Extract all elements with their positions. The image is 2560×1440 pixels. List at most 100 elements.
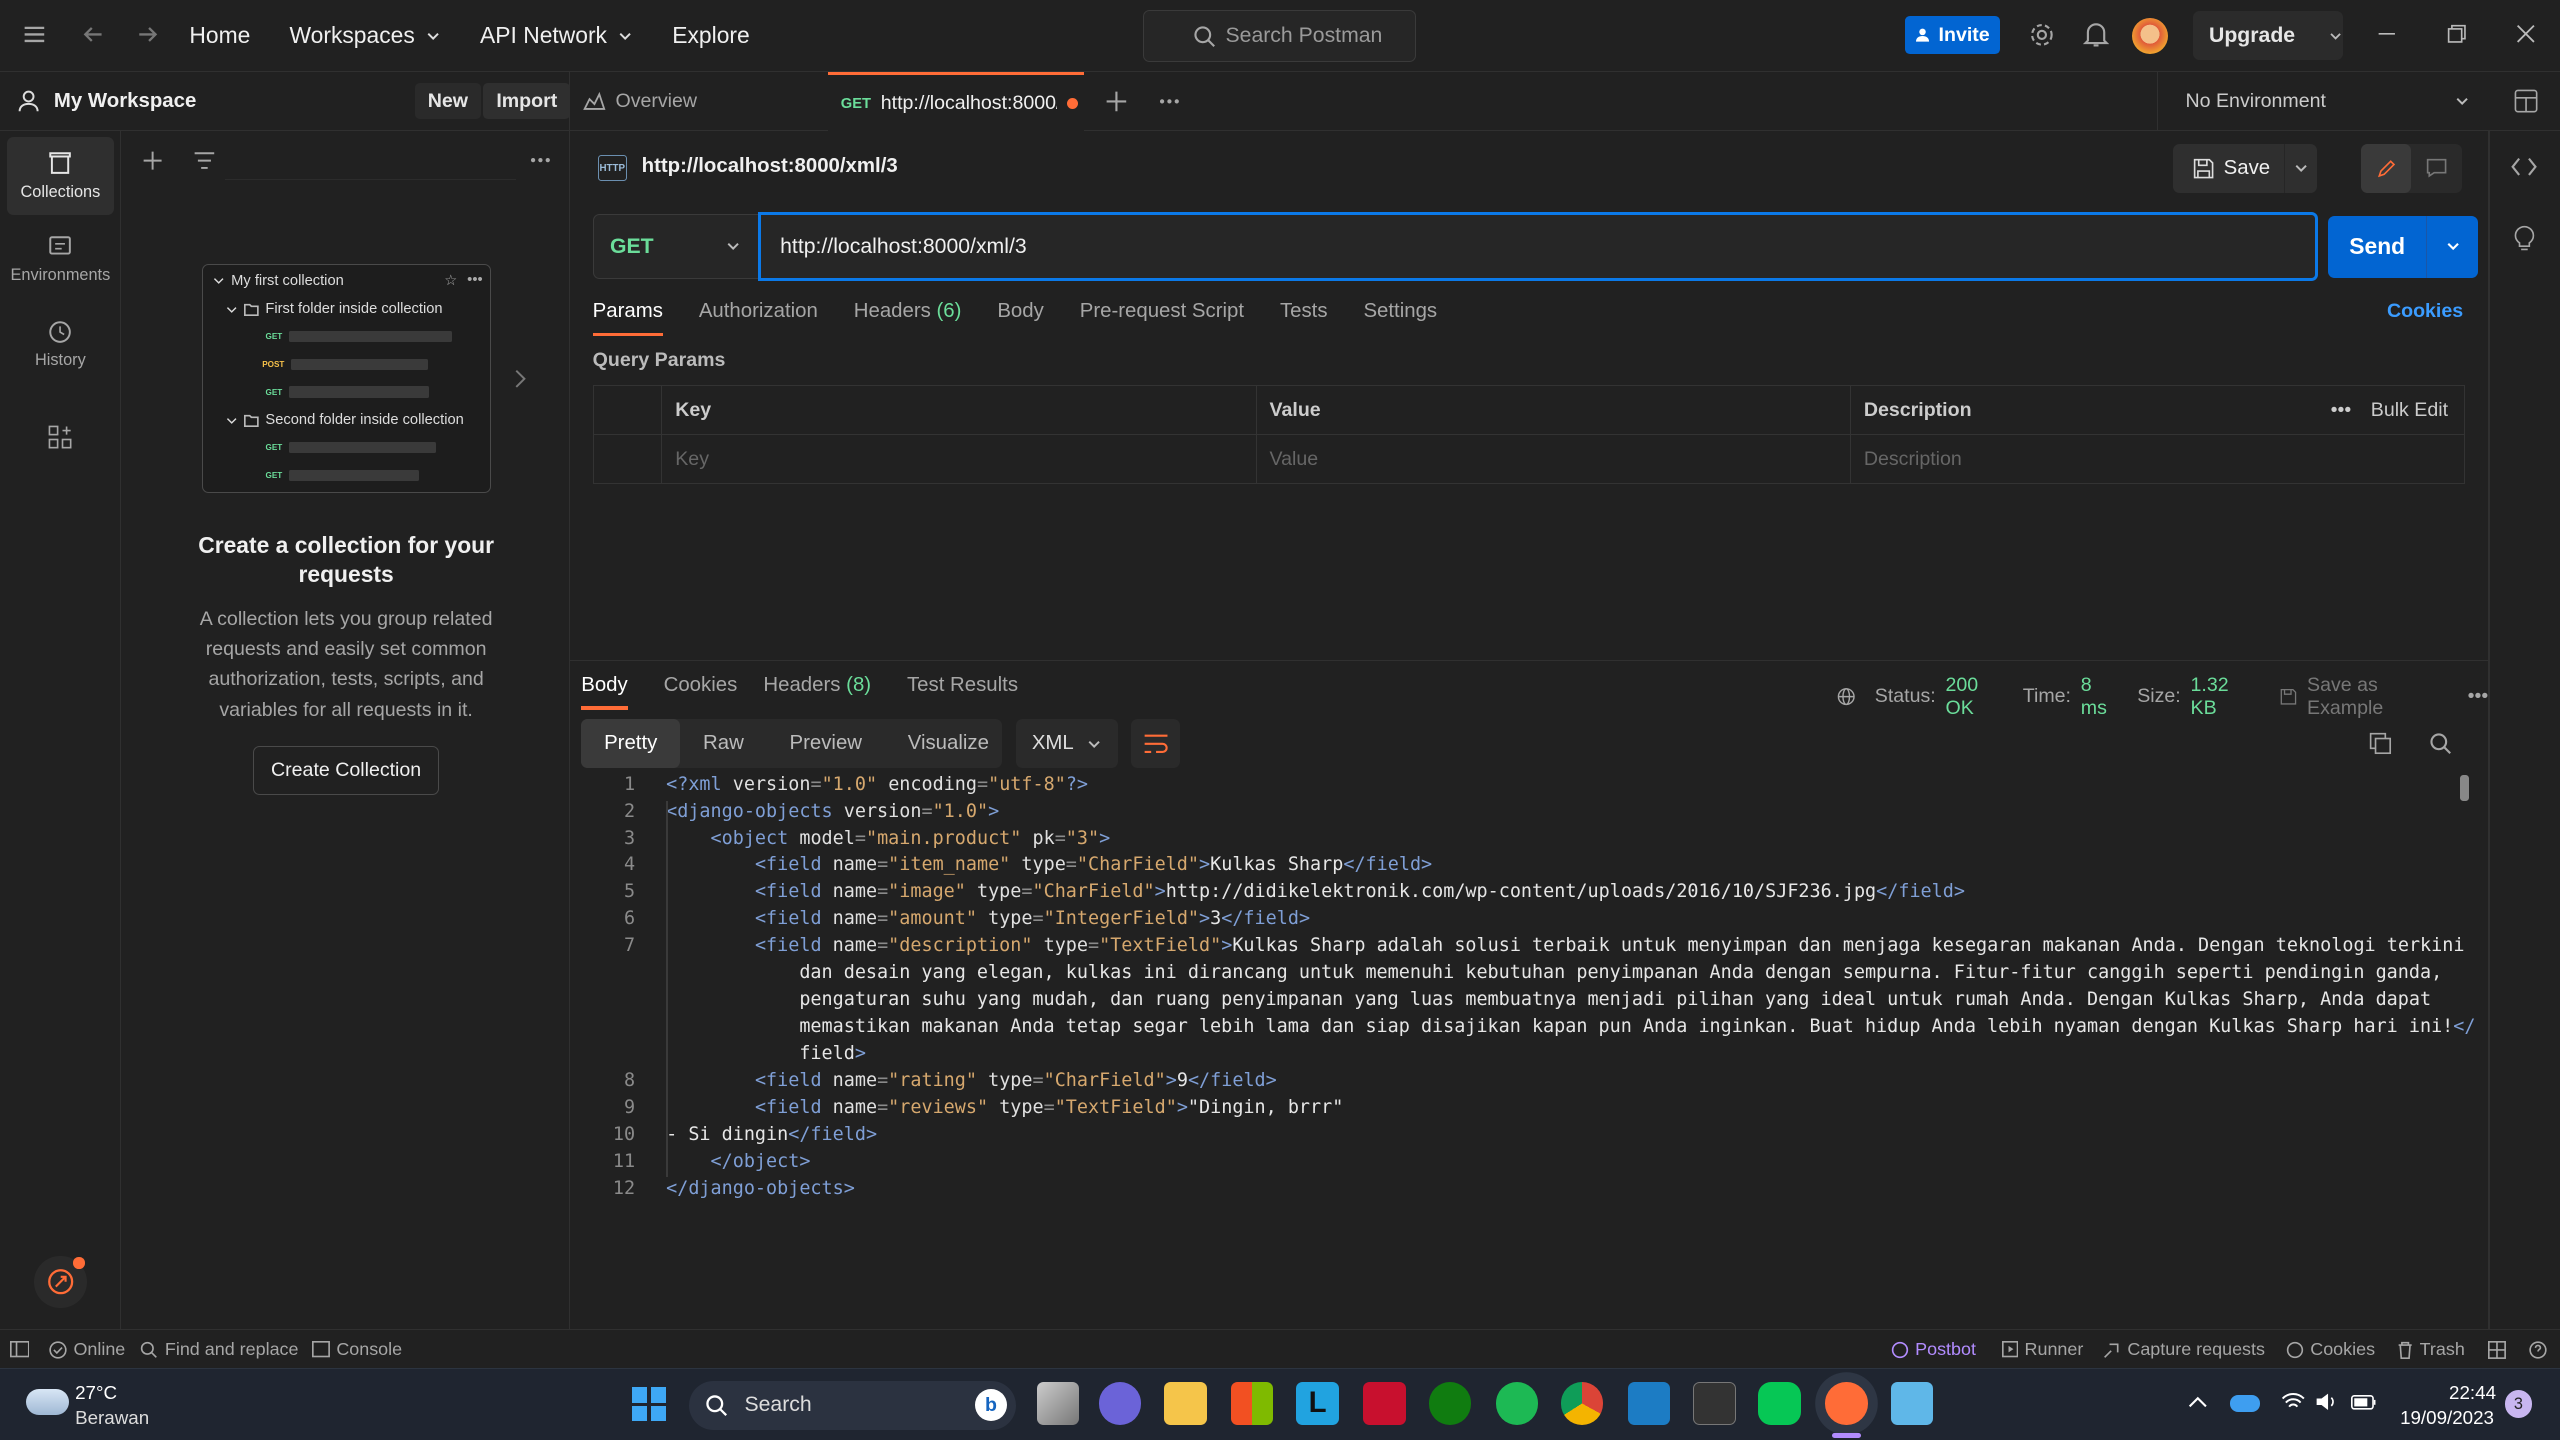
help-icon[interactable] bbox=[2529, 1330, 2547, 1369]
notepad-icon[interactable] bbox=[1890, 1382, 1934, 1425]
tab-overview[interactable]: Overview bbox=[583, 72, 828, 131]
nav-home[interactable]: Home bbox=[189, 22, 250, 49]
request-title[interactable]: http://localhost:8000/xml/3 bbox=[642, 155, 898, 178]
add-collection-icon[interactable] bbox=[142, 150, 163, 171]
close-icon[interactable] bbox=[2516, 24, 2536, 44]
new-tab-plus-icon[interactable] bbox=[1105, 90, 1128, 113]
postbot-launcher[interactable] bbox=[34, 1255, 87, 1308]
notification-bell-icon[interactable] bbox=[2083, 21, 2110, 49]
postbot-button[interactable]: Postbot bbox=[1891, 1330, 1976, 1369]
workspace-name[interactable]: My Workspace bbox=[54, 90, 196, 113]
invite-button[interactable]: Invite bbox=[1905, 16, 2001, 54]
tab-test-results[interactable]: Test Results bbox=[907, 674, 1018, 697]
back-arrow-icon[interactable] bbox=[82, 23, 105, 46]
environment-selector[interactable]: No Environment bbox=[2156, 71, 2484, 131]
save-button[interactable]: Save bbox=[2173, 143, 2317, 193]
teams-chat-icon[interactable] bbox=[1098, 1382, 1142, 1425]
format-preview[interactable]: Preview bbox=[767, 719, 885, 768]
environment-quick-look-icon[interactable] bbox=[2513, 88, 2539, 114]
line-icon[interactable] bbox=[1758, 1382, 1801, 1425]
weather-desc[interactable]: Berawan bbox=[75, 1407, 149, 1429]
vscode-icon[interactable] bbox=[1627, 1382, 1671, 1425]
tab-response-cookies[interactable]: Cookies bbox=[664, 674, 738, 697]
tab-response-body[interactable]: Body bbox=[581, 674, 629, 710]
minimize-icon[interactable] bbox=[2377, 24, 2397, 44]
tab-pre-request-script[interactable]: Pre-request Script bbox=[1080, 300, 1244, 323]
microsoft-store-icon[interactable] bbox=[1231, 1382, 1274, 1425]
tab-headers[interactable]: Headers (6) bbox=[854, 300, 962, 323]
format-raw[interactable]: Raw bbox=[680, 719, 766, 768]
forward-arrow-icon[interactable] bbox=[136, 23, 159, 46]
lightbulb-icon[interactable] bbox=[2513, 225, 2536, 251]
task-view-icon[interactable] bbox=[1036, 1382, 1080, 1425]
nav-api-network[interactable]: API Network bbox=[480, 22, 633, 49]
method-select[interactable]: GET bbox=[592, 213, 758, 280]
onedrive-icon[interactable] bbox=[2230, 1395, 2260, 1412]
file-explorer-icon[interactable] bbox=[1164, 1382, 1207, 1425]
collection-search-input[interactable] bbox=[225, 144, 516, 180]
create-collection-button[interactable]: Create Collection bbox=[253, 746, 440, 796]
key-input[interactable]: Key bbox=[661, 434, 1257, 485]
search-input[interactable]: Search Postman bbox=[1142, 9, 1416, 63]
tab-body[interactable]: Body bbox=[997, 300, 1043, 323]
rail-history[interactable]: History bbox=[7, 305, 115, 383]
online-status[interactable]: Online bbox=[49, 1330, 125, 1369]
runner-button[interactable]: Runner bbox=[2001, 1330, 2083, 1369]
search-icon[interactable] bbox=[2429, 732, 2452, 755]
volume-icon[interactable] bbox=[2315, 1392, 2338, 1412]
spotify-icon[interactable] bbox=[1495, 1382, 1538, 1425]
taskbar-search[interactable]: Search b bbox=[688, 1380, 1016, 1430]
avatar[interactable] bbox=[2132, 17, 2169, 54]
tab-active-request[interactable]: GET http://localhost:8000/x bbox=[827, 71, 1085, 133]
layout-icon[interactable] bbox=[2488, 1330, 2507, 1369]
language-select[interactable]: XML bbox=[1015, 719, 1119, 769]
maximize-icon[interactable] bbox=[2447, 24, 2467, 44]
send-button[interactable]: Send bbox=[2328, 215, 2479, 278]
send-options[interactable] bbox=[2426, 215, 2478, 278]
mcafee-icon[interactable] bbox=[1363, 1382, 1406, 1425]
bulk-edit-link[interactable]: Bulk Edit bbox=[2371, 399, 2448, 422]
chrome-icon[interactable] bbox=[1560, 1382, 1604, 1425]
url-input[interactable]: http://localhost:8000/xml/3 bbox=[757, 212, 2319, 281]
wifi-icon[interactable] bbox=[2281, 1392, 2305, 1412]
more-tabs-icon[interactable] bbox=[1158, 90, 1181, 113]
battery-icon[interactable] bbox=[2351, 1395, 2377, 1410]
status-code[interactable]: 200 OK bbox=[1946, 674, 2004, 720]
configure-sidebar-icon[interactable] bbox=[47, 424, 73, 450]
nav-workspaces[interactable]: Workspaces bbox=[290, 22, 441, 49]
capture-requests-button[interactable]: Capture requests bbox=[2103, 1330, 2265, 1369]
edit-mode-toggle[interactable] bbox=[2360, 143, 2463, 193]
menu-icon[interactable] bbox=[23, 23, 46, 46]
sidebar-more-icon[interactable] bbox=[529, 152, 552, 168]
settings-gear-icon[interactable] bbox=[2028, 21, 2056, 49]
tab-settings[interactable]: Settings bbox=[1363, 300, 1437, 323]
trash-button[interactable]: Trash bbox=[2397, 1330, 2465, 1369]
weather-cloud-icon[interactable] bbox=[26, 1388, 69, 1415]
clock-date[interactable]: 19/09/2023 bbox=[2400, 1407, 2494, 1429]
save-as-example-button[interactable]: Save as Example bbox=[2280, 674, 2438, 720]
bing-icon[interactable]: b bbox=[974, 1388, 1008, 1422]
copy-icon[interactable] bbox=[2369, 732, 2392, 755]
cookies-link[interactable]: Cookies bbox=[2387, 300, 2463, 323]
terminal-icon[interactable] bbox=[1693, 1382, 1736, 1425]
tab-response-headers[interactable]: Headers (8) bbox=[763, 674, 871, 697]
toggle-sidebar-icon[interactable] bbox=[9, 1330, 30, 1369]
xbox-icon[interactable] bbox=[1428, 1382, 1472, 1425]
pencil-icon[interactable] bbox=[2360, 143, 2412, 193]
tab-params[interactable]: Params bbox=[592, 300, 663, 337]
filter-icon[interactable] bbox=[193, 150, 216, 171]
new-button[interactable]: New bbox=[414, 83, 482, 120]
chevron-up-icon[interactable] bbox=[2188, 1395, 2208, 1408]
nav-explore[interactable]: Explore bbox=[672, 22, 749, 49]
cookies-button[interactable]: Cookies bbox=[2286, 1330, 2375, 1369]
tab-authorization[interactable]: Authorization bbox=[699, 300, 818, 323]
response-size[interactable]: 1.32 KB bbox=[2191, 674, 2252, 720]
weather-temp[interactable]: 27°C bbox=[75, 1382, 117, 1404]
format-pretty[interactable]: Pretty bbox=[581, 719, 681, 769]
more-icon[interactable]: ••• bbox=[2331, 399, 2352, 422]
description-input[interactable]: Description bbox=[1849, 434, 2466, 485]
code-snippet-icon[interactable] bbox=[2511, 157, 2537, 177]
tab-tests[interactable]: Tests bbox=[1280, 300, 1328, 323]
scrollbar[interactable] bbox=[2460, 774, 2469, 801]
upgrade-button[interactable]: Upgrade bbox=[2192, 11, 2343, 61]
